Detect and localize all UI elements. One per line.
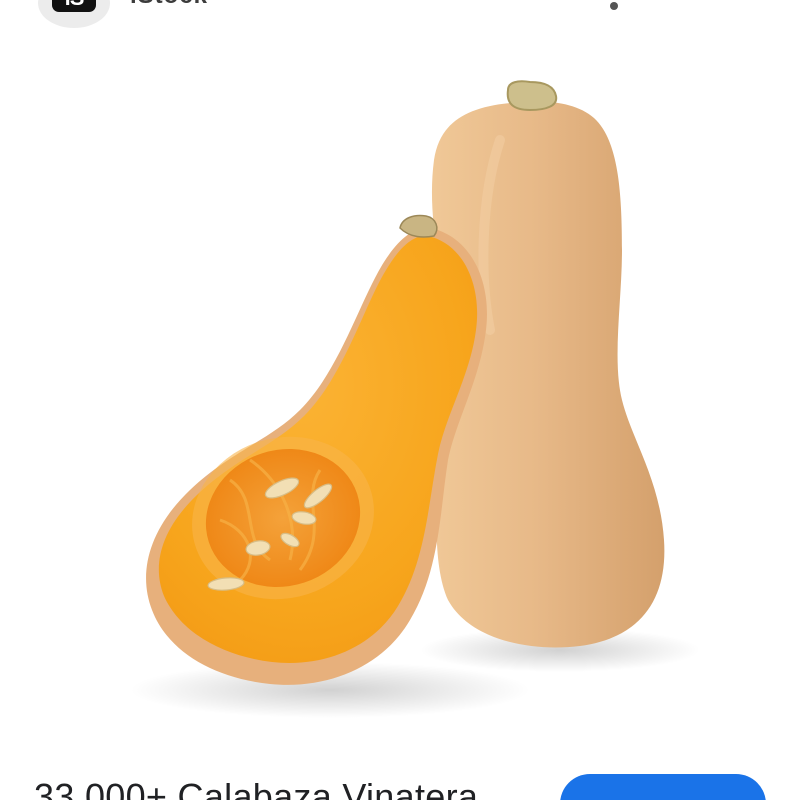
viewer-header: iS iStock (0, 0, 800, 40)
close-icon (700, 0, 740, 10)
source-name[interactable]: iStock (130, 0, 208, 10)
close-button[interactable] (700, 0, 740, 10)
result-title[interactable]: 33.000+ Calabaza Vinatera (34, 776, 478, 800)
source-logo[interactable]: iS (38, 0, 110, 28)
halved-squash (146, 214, 487, 685)
more-options-button[interactable] (598, 0, 630, 10)
main-image[interactable] (0, 40, 800, 750)
butternut-squash-photo (130, 80, 700, 718)
visit-button[interactable] (560, 774, 766, 800)
istock-logo-icon: iS (52, 0, 96, 12)
image-viewer: iS iStock (0, 0, 800, 800)
more-vert-icon (610, 2, 618, 10)
